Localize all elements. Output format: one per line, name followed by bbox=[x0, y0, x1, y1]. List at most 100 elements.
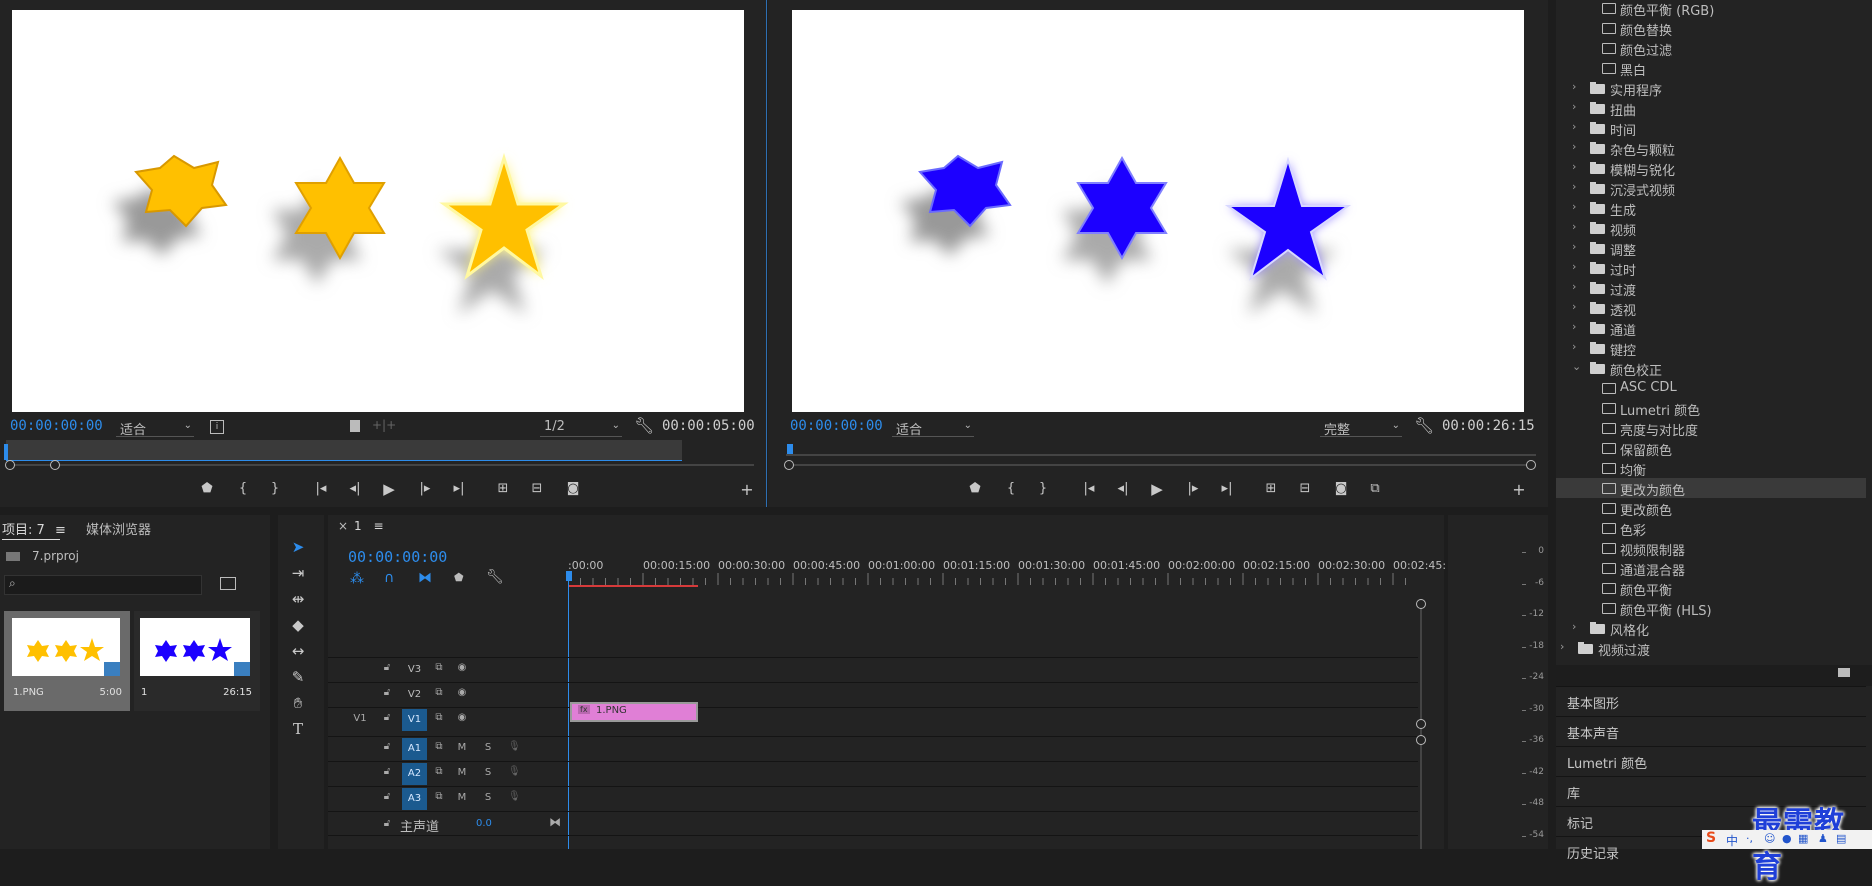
zoom-handle-left[interactable] bbox=[784, 460, 794, 470]
add-marker-icon[interactable]: ⬟ bbox=[196, 481, 218, 496]
overwrite-clip-icon[interactable]: ⊟ bbox=[526, 481, 548, 496]
effects-folder[interactable]: › 沉浸式视频 bbox=[1556, 178, 1866, 199]
camera-icon[interactable]: ◙ bbox=[562, 481, 584, 496]
eye-icon[interactable]: ◉ bbox=[454, 662, 470, 673]
effects-item[interactable]: 更改为颜色 bbox=[1556, 478, 1866, 499]
effects-folder[interactable]: ⌄ 颜色校正 bbox=[1556, 358, 1866, 379]
lift-icon[interactable]: ⊞ bbox=[1260, 481, 1282, 496]
ime-skin-icon[interactable]: ♟ bbox=[1818, 832, 1828, 845]
effects-folder[interactable]: › 风格化 bbox=[1556, 618, 1866, 639]
camera-icon[interactable]: ◙ bbox=[1330, 481, 1352, 496]
chevron-right-icon[interactable]: › bbox=[1572, 240, 1582, 253]
lock-icon[interactable]: 🔓︎ bbox=[380, 741, 394, 752]
insert-icon[interactable]: +|+ bbox=[372, 418, 396, 432]
chevron-right-icon[interactable]: › bbox=[1572, 100, 1582, 113]
mark-in-icon[interactable]: { bbox=[232, 481, 254, 496]
track-select-tool-icon[interactable]: ⇥ bbox=[278, 561, 318, 585]
chevron-right-icon[interactable]: › bbox=[1572, 280, 1582, 293]
track-target-a[interactable]: A1 bbox=[402, 738, 427, 760]
master-volume-value[interactable]: 0.0 bbox=[476, 818, 492, 829]
step-back-icon[interactable]: ◂| bbox=[1112, 481, 1134, 496]
effects-folder[interactable]: › 生成 bbox=[1556, 198, 1866, 219]
effects-item[interactable]: 视频限制器 bbox=[1556, 538, 1866, 559]
source-timecode[interactable]: 00:00:00:00 bbox=[10, 418, 103, 434]
solo-button[interactable]: S bbox=[482, 792, 494, 803]
chevron-right-icon[interactable]: › bbox=[1572, 120, 1582, 133]
program-time-ruler[interactable] bbox=[786, 442, 1536, 456]
zoom-handle-left[interactable] bbox=[5, 460, 15, 470]
chevron-right-icon[interactable]: › bbox=[1572, 300, 1582, 313]
zoom-handle-right[interactable] bbox=[1526, 460, 1536, 470]
program-timecode[interactable]: 00:00:00:00 bbox=[790, 418, 883, 434]
chevron-right-icon[interactable]: › bbox=[1572, 620, 1582, 633]
mark-in-icon[interactable]: { bbox=[1000, 481, 1022, 496]
mic-icon[interactable]: 🎙︎ bbox=[508, 741, 521, 752]
chevron-right-icon[interactable]: › bbox=[1572, 180, 1582, 193]
settings-icon[interactable]: i bbox=[210, 420, 224, 434]
chevron-right-icon[interactable]: › bbox=[1560, 640, 1570, 653]
effects-folder[interactable]: › 时间 bbox=[1556, 118, 1866, 139]
effects-folder[interactable]: › 视频过渡 bbox=[1556, 638, 1866, 659]
menu-icon[interactable]: ≡ bbox=[55, 523, 66, 538]
go-to-in-icon[interactable]: |◂ bbox=[1078, 481, 1100, 496]
program-fit-dropdown[interactable]: 适合 ⌄ bbox=[892, 418, 974, 438]
effects-item[interactable]: 颜色平衡 (RGB) bbox=[1556, 0, 1866, 19]
zoom-handle-mid[interactable] bbox=[1416, 719, 1426, 729]
effects-item[interactable]: 颜色替换 bbox=[1556, 18, 1866, 39]
source-playhead[interactable] bbox=[4, 444, 8, 460]
effects-item[interactable]: 颜色平衡 (HLS) bbox=[1556, 598, 1866, 619]
eye-icon[interactable]: ◉ bbox=[454, 712, 470, 723]
chevron-right-icon[interactable]: › bbox=[1572, 200, 1582, 213]
go-to-in-icon[interactable]: |◂ bbox=[310, 481, 332, 496]
go-to-end-icon[interactable]: ⧓ bbox=[548, 815, 562, 829]
vertical-zoom-bar[interactable] bbox=[1416, 599, 1426, 849]
effects-folder[interactable]: › 键控 bbox=[1556, 338, 1866, 359]
add-marker-icon[interactable]: ⬟ bbox=[964, 481, 986, 496]
chevron-right-icon[interactable]: › bbox=[1572, 160, 1582, 173]
lock-icon[interactable]: 🔓︎ bbox=[380, 687, 394, 698]
step-forward-icon[interactable]: |▸ bbox=[1182, 481, 1204, 496]
mic-icon[interactable]: 🎙︎ bbox=[508, 766, 521, 777]
go-to-out-icon[interactable]: ▸| bbox=[1216, 481, 1238, 496]
step-forward-icon[interactable]: |▸ bbox=[414, 481, 436, 496]
program-zoom-bar[interactable] bbox=[784, 460, 1536, 470]
track-target-a[interactable]: A2 bbox=[402, 763, 427, 785]
effects-folder[interactable]: › 实用程序 bbox=[1556, 78, 1866, 99]
mark-out-icon[interactable]: } bbox=[264, 481, 286, 496]
wrench-icon[interactable]: 🔧︎ bbox=[1414, 416, 1434, 435]
effects-folder[interactable]: › 透视 bbox=[1556, 298, 1866, 319]
track-target-v[interactable]: V2 bbox=[402, 684, 427, 706]
project-item-1[interactable]: 1 26:15 bbox=[134, 611, 260, 711]
section-essential-graphics[interactable]: 基本图形 bbox=[1556, 686, 1866, 715]
source-playhead-bar[interactable] bbox=[4, 440, 682, 461]
effects-item[interactable]: 颜色过滤 bbox=[1556, 38, 1866, 59]
find-icon[interactable] bbox=[220, 577, 236, 590]
chevron-right-icon[interactable]: › bbox=[1572, 140, 1582, 153]
slip-tool-icon[interactable]: ↔ bbox=[278, 639, 318, 663]
project-item-1png[interactable]: 1.PNG 5:00 bbox=[4, 611, 130, 711]
zoom-handle-top[interactable] bbox=[1416, 599, 1426, 609]
insert-clip-icon[interactable]: ⊞ bbox=[492, 481, 514, 496]
ime-emoji-icon[interactable]: ☺ bbox=[1764, 832, 1775, 845]
effects-item[interactable]: 均衡 bbox=[1556, 458, 1866, 479]
sync-lock-icon[interactable]: ⧉ bbox=[432, 791, 446, 802]
effects-item[interactable]: ASC CDL bbox=[1556, 378, 1866, 398]
add-button-icon[interactable]: + bbox=[736, 480, 758, 499]
program-playhead[interactable] bbox=[787, 444, 793, 454]
chevron-right-icon[interactable]: › bbox=[1572, 340, 1582, 353]
zoom-handle-right[interactable] bbox=[50, 460, 60, 470]
ime-mic-icon[interactable]: ● bbox=[1782, 832, 1792, 845]
mute-button[interactable]: M bbox=[456, 742, 468, 753]
chevron-down-icon[interactable]: ⌄ bbox=[1572, 360, 1582, 373]
mark-out-icon[interactable]: } bbox=[1032, 481, 1054, 496]
extract-icon[interactable]: ⊟ bbox=[1294, 481, 1316, 496]
chevron-right-icon[interactable]: › bbox=[1572, 80, 1582, 93]
go-to-out-icon[interactable]: ▸| bbox=[448, 481, 470, 496]
chevron-right-icon[interactable]: › bbox=[1572, 260, 1582, 273]
new-bin-icon[interactable] bbox=[1838, 668, 1850, 677]
lock-icon[interactable]: 🔓︎ bbox=[380, 712, 394, 723]
razor-tool-icon[interactable]: ◆ bbox=[278, 613, 318, 637]
effects-folder[interactable]: › 杂色与颗粒 bbox=[1556, 138, 1866, 159]
sync-lock-icon[interactable]: ⧉ bbox=[432, 712, 446, 723]
mic-icon[interactable]: 🎙︎ bbox=[508, 791, 521, 802]
